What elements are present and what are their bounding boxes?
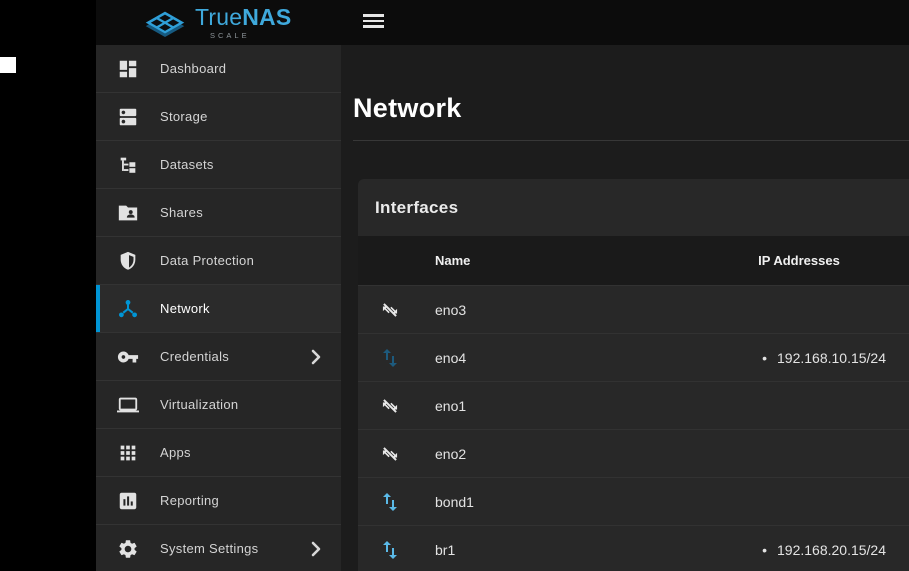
chevron-right-icon (311, 349, 321, 365)
table-row[interactable]: eno3 (358, 285, 909, 333)
sidebar-item-dashboard[interactable]: Dashboard (96, 45, 341, 93)
active-indicator-bar (96, 285, 100, 332)
interface-down-icon (378, 394, 402, 418)
interface-down-icon (378, 298, 402, 322)
brand-edition: SCALE (210, 31, 291, 40)
bar-chart-icon (117, 490, 139, 512)
table-row[interactable]: eno2 (358, 429, 909, 477)
truenas-logo-icon (144, 8, 186, 38)
interface-name-cell: eno2 (435, 446, 689, 462)
ip-bullet: • (762, 350, 767, 366)
interface-name-cell: br1 (435, 542, 689, 558)
apps-grid-icon (117, 442, 139, 464)
folder-shared-icon (117, 202, 139, 224)
interface-up-icon (378, 538, 402, 562)
sidebar-item-label: Dashboard (160, 61, 226, 76)
divider (353, 140, 909, 141)
sidebar-item-virtualization[interactable]: Virtualization (96, 381, 341, 429)
sidebar: Dashboard Storage Datasets Shares Data P… (96, 45, 341, 571)
sidebar-item-apps[interactable]: Apps (96, 429, 341, 477)
interface-name-cell: eno3 (435, 302, 689, 318)
laptop-icon (117, 394, 139, 416)
table-row[interactable]: eno4 •192.168.10.15/24 (358, 333, 909, 381)
sidebar-item-label: Virtualization (160, 397, 238, 412)
menu-toggle-button[interactable] (363, 14, 384, 28)
truenas-logo[interactable]: TrueNAS SCALE (144, 6, 291, 40)
hamburger-icon (363, 14, 384, 17)
interface-ip-cell: •192.168.20.15/24 (689, 542, 909, 558)
sidebar-item-label: Credentials (160, 349, 229, 364)
table-row[interactable]: br1 •192.168.20.15/24 (358, 525, 909, 571)
top-bar: TrueNAS SCALE (96, 0, 909, 45)
sidebar-item-label: Reporting (160, 493, 219, 508)
interface-name-cell: eno4 (435, 350, 689, 366)
column-header-name: Name (435, 253, 689, 268)
storage-icon (117, 106, 139, 128)
main-content: Network Interfaces Name IP Addresses eno… (341, 45, 909, 571)
sidebar-item-network[interactable]: Network (96, 285, 341, 333)
table-row[interactable]: eno1 (358, 381, 909, 429)
sidebar-item-label: Datasets (160, 157, 214, 172)
interface-down-icon (378, 442, 402, 466)
table-body: eno3 eno4 •192.168.10.15/24 eno1 eno2 bo… (358, 285, 909, 571)
ip-bullet: • (762, 542, 767, 558)
interfaces-card: Interfaces Name IP Addresses eno3 eno4 •… (358, 179, 909, 571)
sidebar-item-label: System Settings (160, 541, 258, 556)
card-title: Interfaces (375, 198, 458, 218)
sidebar-item-label: Data Protection (160, 253, 254, 268)
sidebar-item-shares[interactable]: Shares (96, 189, 341, 237)
sidebar-item-label: Storage (160, 109, 208, 124)
brand-name: TrueNAS (195, 6, 291, 29)
sidebar-item-datasets[interactable]: Datasets (96, 141, 341, 189)
interface-ip-cell: •192.168.10.15/24 (689, 350, 909, 366)
dashboard-icon (117, 58, 139, 80)
gear-icon (117, 538, 139, 560)
key-icon (117, 346, 139, 368)
desktop-artifact (0, 57, 16, 73)
table-header: Name IP Addresses (358, 236, 909, 285)
interface-name-cell: eno1 (435, 398, 689, 414)
sidebar-item-data-protection[interactable]: Data Protection (96, 237, 341, 285)
sidebar-item-system-settings[interactable]: System Settings (96, 525, 341, 571)
interface-name-cell: bond1 (435, 494, 689, 510)
page-title: Network (353, 93, 909, 124)
sidebar-item-reporting[interactable]: Reporting (96, 477, 341, 525)
sidebar-item-label: Apps (160, 445, 191, 460)
sidebar-item-storage[interactable]: Storage (96, 93, 341, 141)
sidebar-item-label: Network (160, 301, 210, 316)
interface-up-icon (378, 490, 402, 514)
table-row[interactable]: bond1 (358, 477, 909, 525)
app-window: TrueNAS SCALE Dashboard Storage Datasets… (96, 0, 909, 571)
datasets-tree-icon (117, 154, 139, 176)
sidebar-item-credentials[interactable]: Credentials (96, 333, 341, 381)
chevron-right-icon (311, 541, 321, 557)
shield-icon (117, 250, 139, 272)
sidebar-item-label: Shares (160, 205, 203, 220)
network-hub-icon (117, 298, 139, 320)
interface-up-icon (378, 346, 402, 370)
column-header-ip-addresses: IP Addresses (689, 253, 909, 268)
